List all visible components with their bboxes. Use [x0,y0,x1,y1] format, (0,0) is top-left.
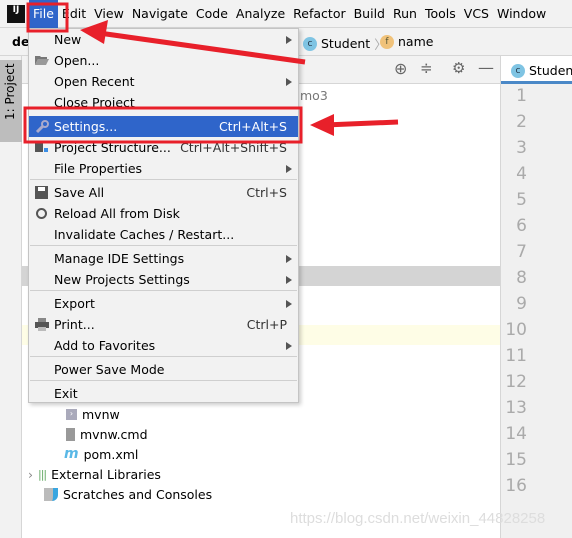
annotation-arrowhead [80,20,108,44]
annotation-arrowhead [310,114,334,136]
annotation-arrow-file [91,29,306,65]
annotation-overlay [23,2,399,144]
annotation-box-settings [23,106,303,144]
annotation-arrow-settings [324,119,399,128]
annotation-box-file [26,2,69,33]
